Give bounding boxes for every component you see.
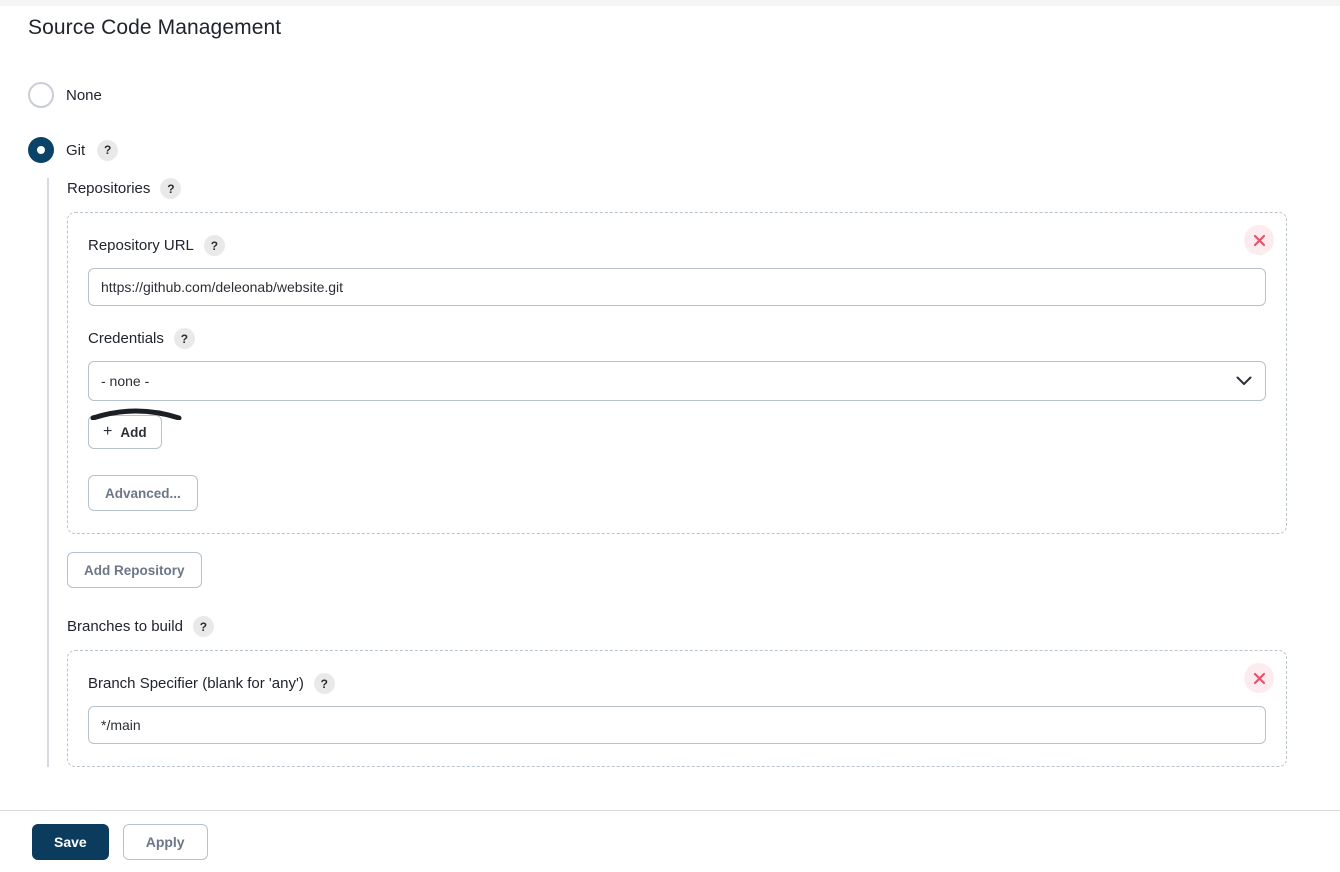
add-repository-wrapper: Add Repository <box>67 552 1287 588</box>
delete-branch-button[interactable] <box>1244 663 1274 693</box>
repository-entry: Repository URL ? Credentials ? - none - <box>67 212 1287 534</box>
branches-label-row: Branches to build ? <box>67 616 1287 637</box>
add-repository-button[interactable]: Add Repository <box>67 552 202 588</box>
help-icon-branches[interactable]: ? <box>192 616 214 637</box>
scm-config-page: Source Code Management None Git ? Reposi… <box>0 6 1340 872</box>
radio-git-label: Git <box>66 141 86 159</box>
radio-none-label: None <box>66 86 102 104</box>
help-icon-branch-specifier[interactable]: ? <box>313 673 335 694</box>
help-icon-git[interactable]: ? <box>97 139 119 161</box>
add-credentials-button[interactable]: + Add <box>88 415 162 449</box>
branch-specifier-input[interactable] <box>88 706 1266 744</box>
help-icon-credentials[interactable]: ? <box>173 328 195 349</box>
radio-none-indicator[interactable] <box>28 82 54 108</box>
save-button[interactable]: Save <box>32 823 109 860</box>
action-bar: Save Apply <box>0 810 1340 872</box>
advanced-wrapper: Advanced... <box>88 475 1266 511</box>
close-icon <box>1253 672 1265 684</box>
branches-label: Branches to build <box>67 618 183 635</box>
radio-git-dot <box>37 146 45 154</box>
add-credentials-label: Add <box>120 424 147 440</box>
git-section: Repositories ? Repository URL ? Credenti… <box>47 178 1287 767</box>
radio-option-none[interactable]: None <box>28 82 102 108</box>
credentials-selected-value: - none - <box>101 373 150 389</box>
repository-url-label: Repository URL <box>88 237 194 254</box>
branch-specifier-label-row: Branch Specifier (blank for 'any') ? <box>88 673 1266 694</box>
repositories-label: Repositories <box>67 180 151 197</box>
repository-url-label-row: Repository URL ? <box>88 235 1266 256</box>
radio-option-git[interactable]: Git ? <box>28 137 119 163</box>
advanced-button[interactable]: Advanced... <box>88 475 198 511</box>
branch-specifier-label: Branch Specifier (blank for 'any') <box>88 675 304 692</box>
credentials-select-wrapper: - none - <box>88 361 1266 401</box>
help-icon-repository-url[interactable]: ? <box>203 235 225 256</box>
credentials-label: Credentials <box>88 330 164 347</box>
help-icon-repositories[interactable]: ? <box>160 178 182 199</box>
delete-repository-button[interactable] <box>1244 225 1274 255</box>
apply-button[interactable]: Apply <box>122 823 208 860</box>
credentials-select[interactable]: - none - <box>88 361 1266 401</box>
plus-icon: + <box>103 423 113 440</box>
close-icon <box>1253 234 1265 246</box>
repository-url-input[interactable] <box>88 268 1266 306</box>
radio-git-indicator[interactable] <box>28 137 54 163</box>
branch-entry: Branch Specifier (blank for 'any') ? <box>67 650 1287 767</box>
add-credentials-wrapper: + Add <box>88 408 182 449</box>
credentials-label-row: Credentials ? <box>88 328 1266 349</box>
page-title: Source Code Management <box>28 16 282 39</box>
repositories-label-row: Repositories ? <box>67 178 1287 199</box>
